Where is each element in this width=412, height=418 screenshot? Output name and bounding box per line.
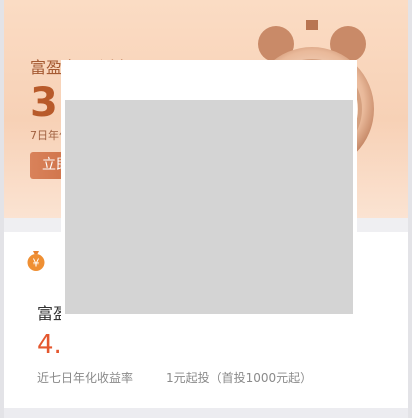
min-invest-text: 1元起投（首投1000元起） [166,371,313,385]
rate-label: 近七日年化收益率 [37,371,134,385]
money-bag-icon: ¥ [27,251,45,271]
product-rate: 4. [37,330,62,360]
overlay-panel [61,60,357,330]
svg-text:¥: ¥ [33,257,40,270]
app-frame: 富盈宝 灵活存取 3 7日年化收益率 立即购买 [4,0,408,418]
bottom-divider [4,408,408,418]
banner-yield-number: 3 [30,80,58,126]
image-placeholder [65,100,353,314]
